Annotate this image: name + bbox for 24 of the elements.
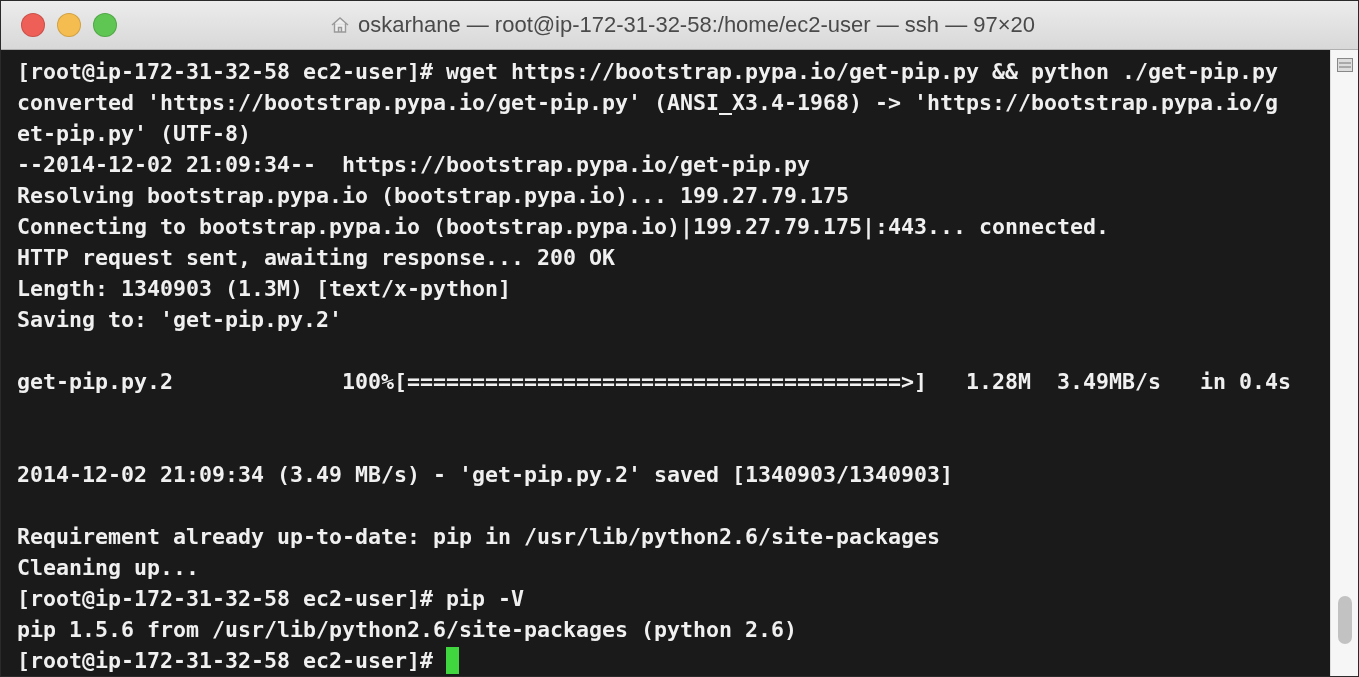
terminal-line: get-pip.py.2 100%[======================================>] 1.28M 3.49MB/s in 0.4s <box>17 368 1292 396</box>
terminal-line: Requirement already up-to-date: pip in /usr/lib/python2.6/site-packages <box>17 523 941 551</box>
terminal-line: Length: 1340903 (1.3M) [text/x-python] <box>17 275 512 303</box>
terminal-line: converted 'https://bootstrap.pypa.io/get-pip.py' (ANSI_X3.4-1968) -> 'https://bootstrap.pypa.io/g <box>17 89 1279 117</box>
terminal-line: Connecting to bootstrap.pypa.io (bootstrap.pypa.io)|199.27.79.175|:443... connected. <box>17 213 1110 242</box>
minimize-button[interactable] <box>57 13 81 37</box>
home-icon <box>329 15 350 35</box>
terminal-line: et-pip.py' (UTF-8) <box>17 120 251 148</box>
terminal-line: 2014-12-02 21:09:34 (3.49 MB/s) - 'get-pip.py.2' saved [1340903/1340903] <box>17 461 954 489</box>
window-title: oskarhane — root@ip-172-31-32-58:/home/ec2-user — ssh — 97×20 <box>357 12 1036 38</box>
zoom-button[interactable] <box>93 13 117 37</box>
close-button[interactable] <box>21 13 45 37</box>
terminal-line: --2014-12-02 21:09:34-- https://bootstrap.pypa.io/get-pip.py <box>17 151 811 179</box>
scroll-thumb[interactable] <box>1337 596 1352 644</box>
terminal-line: [root@ip-172-31-32-58 ec2-user]# pip -V <box>17 585 525 613</box>
terminal-line: pip 1.5.6 from /usr/lib/python2.6/site-packages (python 2.6) <box>17 616 798 644</box>
terminal-line: [root@ip-172-31-32-58 ec2-user]# <box>17 647 435 675</box>
scroll-bar[interactable] <box>1330 50 1358 676</box>
terminal-line: [root@ip-172-31-32-58 ec2-user]# wget https://bootstrap.pypa.io/get-pip.py && python ./get-pip.py <box>17 58 1279 86</box>
split-pane-icon[interactable] <box>1336 58 1353 72</box>
terminal-line: Resolving bootstrap.pypa.io (bootstrap.pypa.io)... 199.27.79.175 <box>17 182 850 210</box>
terminal-line: HTTP request sent, awaiting response... 200 OK <box>17 244 616 272</box>
terminal-line: Saving to: 'get-pip.py.2' <box>17 306 342 334</box>
terminal-line: Cleaning up... <box>17 554 199 582</box>
